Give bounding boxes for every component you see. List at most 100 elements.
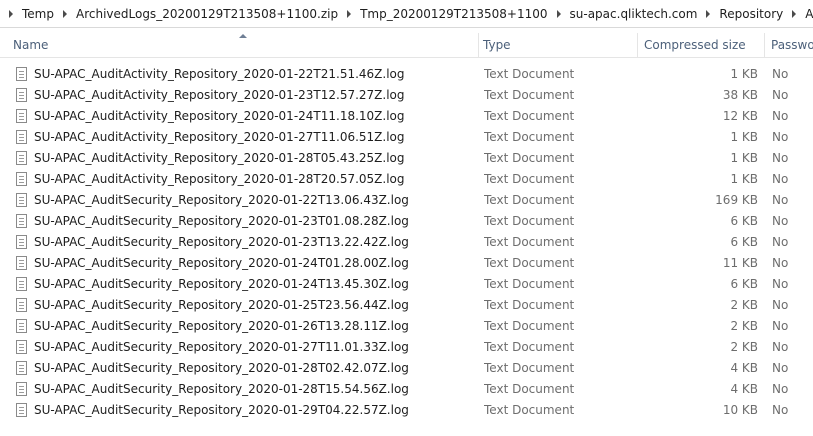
- file-name: SU-APAC_AuditActivity_Repository_2020-01…: [34, 88, 405, 102]
- column-header-compressed-size[interactable]: Compressed size: [638, 33, 765, 57]
- text-document-icon: [16, 88, 27, 102]
- text-document-icon: [16, 382, 27, 396]
- file-type: Text Document: [484, 256, 575, 270]
- file-password: No: [772, 382, 789, 396]
- file-row[interactable]: SU-APAC_AuditSecurity_Repository_2020-01…: [0, 295, 813, 316]
- file-compressed-size: 2 KB: [730, 319, 758, 333]
- file-row[interactable]: SU-APAC_AuditActivity_Repository_2020-01…: [0, 169, 813, 190]
- file-type: Text Document: [484, 361, 575, 375]
- file-row[interactable]: SU-APAC_AuditSecurity_Repository_2020-01…: [0, 274, 813, 295]
- file-compressed-size: 4 KB: [730, 382, 758, 396]
- file-type: Text Document: [484, 277, 575, 291]
- file-name: SU-APAC_AuditSecurity_Repository_2020-01…: [34, 403, 409, 417]
- file-row[interactable]: SU-APAC_AuditSecurity_Repository_2020-01…: [0, 400, 813, 421]
- file-name: SU-APAC_AuditSecurity_Repository_2020-01…: [34, 214, 409, 228]
- file-row[interactable]: SU-APAC_AuditSecurity_Repository_2020-01…: [0, 211, 813, 232]
- text-document-icon: [16, 214, 27, 228]
- file-password: No: [772, 298, 789, 312]
- file-type: Text Document: [484, 88, 575, 102]
- file-compressed-size: 1 KB: [730, 130, 758, 144]
- file-row[interactable]: SU-APAC_AuditSecurity_Repository_2020-01…: [0, 253, 813, 274]
- breadcrumb-item-archive[interactable]: ArchivedLogs_20200129T213508+1100.zip: [75, 7, 339, 21]
- breadcrumb: Temp ArchivedLogs_20200129T213508+1100.z…: [0, 0, 813, 28]
- file-password: No: [772, 277, 789, 291]
- column-header-name[interactable]: Name: [7, 33, 479, 57]
- text-document-icon: [16, 130, 27, 144]
- file-compressed-size: 1 KB: [730, 172, 758, 186]
- file-row[interactable]: SU-APAC_AuditSecurity_Repository_2020-01…: [0, 358, 813, 379]
- file-name: SU-APAC_AuditSecurity_Repository_2020-01…: [34, 361, 409, 375]
- file-password: No: [772, 214, 789, 228]
- file-compressed-size: 1 KB: [730, 67, 758, 81]
- file-name: SU-APAC_AuditSecurity_Repository_2020-01…: [34, 235, 409, 249]
- file-type: Text Document: [484, 340, 575, 354]
- breadcrumb-item-domain[interactable]: su-apac.qliktech.com: [569, 7, 699, 21]
- file-password: No: [772, 403, 789, 417]
- breadcrumb-item-audit[interactable]: Audit: [804, 7, 813, 21]
- chevron-right-icon[interactable]: [347, 9, 352, 18]
- file-password: No: [772, 88, 789, 102]
- file-row[interactable]: SU-APAC_AuditActivity_Repository_2020-01…: [0, 106, 813, 127]
- chevron-right-icon[interactable]: [62, 9, 67, 18]
- file-type: Text Document: [484, 403, 575, 417]
- text-document-icon: [16, 172, 27, 186]
- file-type: Text Document: [484, 193, 575, 207]
- file-name: SU-APAC_AuditSecurity_Repository_2020-01…: [34, 340, 409, 354]
- chevron-right-icon[interactable]: [556, 9, 561, 18]
- text-document-icon: [16, 256, 27, 270]
- file-password: No: [772, 172, 789, 186]
- text-document-icon: [16, 340, 27, 354]
- file-compressed-size: 1 KB: [730, 151, 758, 165]
- text-document-icon: [16, 109, 27, 123]
- file-name: SU-APAC_AuditActivity_Repository_2020-01…: [34, 172, 405, 186]
- file-compressed-size: 2 KB: [730, 298, 758, 312]
- file-name: SU-APAC_AuditActivity_Repository_2020-01…: [34, 151, 405, 165]
- file-type: Text Document: [484, 172, 575, 186]
- file-row[interactable]: SU-APAC_AuditActivity_Repository_2020-01…: [0, 127, 813, 148]
- chevron-right-icon[interactable]: [706, 9, 711, 18]
- file-compressed-size: 2 KB: [730, 340, 758, 354]
- column-header-password[interactable]: Password: [765, 33, 813, 57]
- file-row[interactable]: SU-APAC_AuditSecurity_Repository_2020-01…: [0, 190, 813, 211]
- column-header-type[interactable]: Type: [477, 33, 638, 57]
- file-row[interactable]: SU-APAC_AuditSecurity_Repository_2020-01…: [0, 232, 813, 253]
- file-row[interactable]: SU-APAC_AuditActivity_Repository_2020-01…: [0, 85, 813, 106]
- file-password: No: [772, 319, 789, 333]
- file-compressed-size: 6 KB: [730, 214, 758, 228]
- file-type: Text Document: [484, 67, 575, 81]
- file-type: Text Document: [484, 151, 575, 165]
- file-compressed-size: 169 KB: [715, 193, 758, 207]
- text-document-icon: [16, 277, 27, 291]
- file-type: Text Document: [484, 298, 575, 312]
- file-row[interactable]: SU-APAC_AuditSecurity_Repository_2020-01…: [0, 316, 813, 337]
- file-row[interactable]: SU-APAC_AuditActivity_Repository_2020-01…: [0, 148, 813, 169]
- file-name: SU-APAC_AuditSecurity_Repository_2020-01…: [34, 256, 409, 270]
- file-type: Text Document: [484, 130, 575, 144]
- text-document-icon: [16, 298, 27, 312]
- file-row[interactable]: SU-APAC_AuditSecurity_Repository_2020-01…: [0, 337, 813, 358]
- file-compressed-size: 6 KB: [730, 235, 758, 249]
- text-document-icon: [16, 235, 27, 249]
- file-name: SU-APAC_AuditActivity_Repository_2020-01…: [34, 67, 405, 81]
- file-compressed-size: 12 KB: [722, 109, 758, 123]
- file-row[interactable]: SU-APAC_AuditActivity_Repository_2020-01…: [0, 64, 813, 85]
- breadcrumb-item-temp[interactable]: Temp: [21, 7, 55, 21]
- file-compressed-size: 4 KB: [730, 361, 758, 375]
- text-document-icon: [16, 67, 27, 81]
- chevron-right-icon[interactable]: [9, 9, 13, 18]
- file-type: Text Document: [484, 235, 575, 249]
- text-document-icon: [16, 151, 27, 165]
- file-compressed-size: 38 KB: [722, 88, 758, 102]
- file-compressed-size: 6 KB: [730, 277, 758, 291]
- file-password: No: [772, 109, 789, 123]
- file-row[interactable]: SU-APAC_AuditSecurity_Repository_2020-01…: [0, 379, 813, 400]
- file-password: No: [772, 256, 789, 270]
- file-name: SU-APAC_AuditSecurity_Repository_2020-01…: [34, 382, 409, 396]
- chevron-right-icon[interactable]: [792, 9, 797, 18]
- breadcrumb-item-repository[interactable]: Repository: [718, 7, 784, 21]
- text-document-icon: [16, 193, 27, 207]
- file-password: No: [772, 235, 789, 249]
- breadcrumb-item-tmp[interactable]: Tmp_20200129T213508+1100: [359, 7, 548, 21]
- file-name: SU-APAC_AuditSecurity_Repository_2020-01…: [34, 193, 409, 207]
- file-type: Text Document: [484, 382, 575, 396]
